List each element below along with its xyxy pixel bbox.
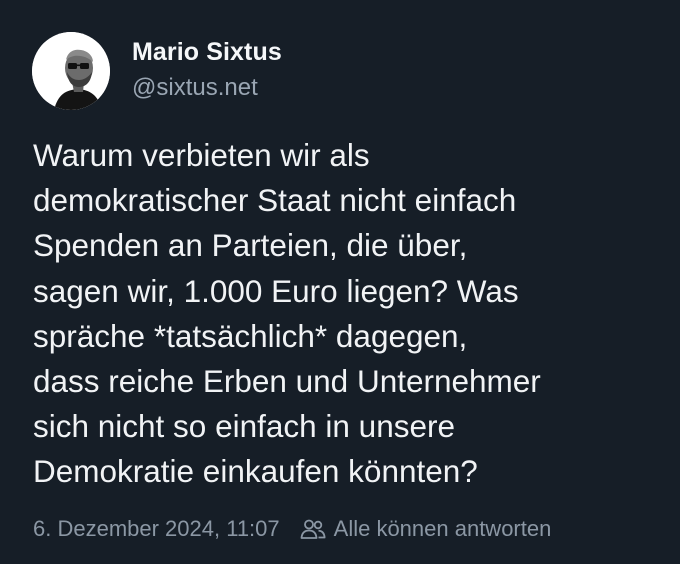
- post-timestamp[interactable]: 6. Dezember 2024, 11:07: [33, 516, 280, 542]
- person-with-glasses-avatar-icon: [32, 32, 110, 110]
- people-icon: [300, 518, 326, 540]
- post-text: Warum verbieten wir als demokratischer S…: [33, 137, 541, 490]
- author-handle[interactable]: @sixtus.net: [132, 74, 282, 102]
- post-card: Mario Sixtus @sixtus.net Warum verbieten…: [0, 0, 680, 564]
- reply-setting-label: Alle können antworten: [333, 516, 552, 541]
- author-avatar[interactable]: [32, 32, 110, 110]
- author-info: Mario Sixtus @sixtus.net: [132, 38, 282, 102]
- author-display-name[interactable]: Mario Sixtus: [132, 38, 282, 66]
- post-meta: 6. Dezember 2024, 11:07 Alle können antw…: [33, 516, 551, 542]
- reply-setting[interactable]: Alle können antworten: [300, 516, 552, 542]
